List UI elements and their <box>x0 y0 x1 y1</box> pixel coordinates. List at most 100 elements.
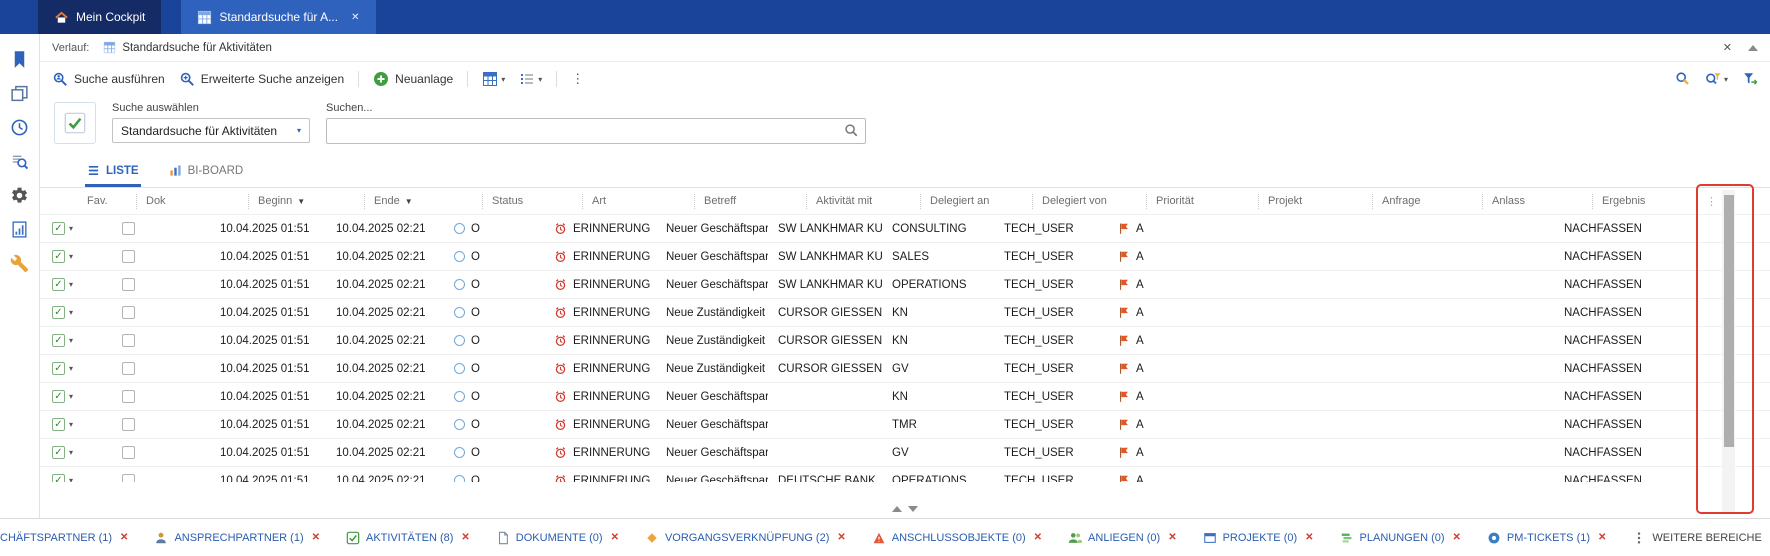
close-icon[interactable]: ✕ <box>837 532 845 543</box>
saved-search-select[interactable]: Standardsuche für Aktivitäten ▾ <box>112 118 310 143</box>
column-header-ende[interactable]: Ende▼ <box>364 194 482 209</box>
favorite-checkbox[interactable]: ✓ <box>52 334 65 347</box>
tools-wrench-icon[interactable] <box>0 246 40 280</box>
close-icon[interactable]: ✕ <box>120 532 128 543</box>
search-list-icon[interactable] <box>0 144 40 178</box>
chevron-down-icon[interactable]: ▾ <box>69 420 73 429</box>
favorite-checkbox[interactable]: ✓ <box>52 474 65 482</box>
bottom-tab-chäftspartner-1[interactable]: CHÄFTSPARTNER (1)✕ <box>0 532 141 544</box>
bottom-tab-dokumente-0[interactable]: DOKUMENTE (0)✕ <box>483 531 632 545</box>
bookmark-icon[interactable] <box>0 42 40 76</box>
chevron-up-icon[interactable] <box>892 506 902 512</box>
favorite-checkbox[interactable]: ✓ <box>52 418 65 431</box>
column-header-delegiert-an[interactable]: Delegiert an <box>920 194 1032 209</box>
chevron-down-icon[interactable]: ▾ <box>69 336 73 345</box>
vertical-scrollbar[interactable] <box>1722 190 1735 512</box>
chevron-down-icon[interactable]: ▾ <box>1724 75 1728 84</box>
bottom-tab-pm-tickets-1[interactable]: PM-TICKETS (1)✕ <box>1474 531 1620 545</box>
search-input[interactable] <box>326 118 866 144</box>
favorite-checkbox[interactable]: ✓ <box>52 278 65 291</box>
bottom-tab-anliegen-0[interactable]: ANLIEGEN (0)✕ <box>1055 531 1190 545</box>
column-header-anfrage[interactable]: Anfrage <box>1372 194 1482 209</box>
history-chip[interactable]: Standardsuche für Aktivitäten <box>97 39 278 56</box>
view-tab-bi-board[interactable]: BI-BOARD <box>167 158 246 187</box>
close-panel-icon[interactable]: ✕ <box>1723 41 1732 54</box>
chevron-down-icon[interactable]: ▾ <box>69 476 73 482</box>
table-row[interactable]: ✓▾10.04.2025 01:5110.04.2025 02:21OERINN… <box>40 270 1770 298</box>
table-row[interactable]: ✓▾10.04.2025 01:5110.04.2025 02:21OERINN… <box>40 298 1770 326</box>
table-row[interactable]: ✓▾10.04.2025 01:5110.04.2025 02:21OERINN… <box>40 410 1770 438</box>
favorite-checkbox[interactable]: ✓ <box>52 446 65 459</box>
view-grid-button[interactable]: ▾ <box>482 71 505 87</box>
chevron-down-icon[interactable]: ▾ <box>501 75 505 84</box>
favorite-checkbox[interactable]: ✓ <box>52 222 65 235</box>
table-row[interactable]: ✓▾10.04.2025 01:5110.04.2025 02:21OERINN… <box>40 438 1770 466</box>
column-header-status[interactable]: Status <box>482 194 582 209</box>
bottom-tab-weitere-bereiche[interactable]: WEITERE BEREICHE <box>1619 531 1770 545</box>
close-icon[interactable]: ✕ <box>1168 532 1176 543</box>
column-header-beginn[interactable]: Beginn▼ <box>248 194 364 209</box>
close-icon[interactable]: ✕ <box>1305 532 1313 543</box>
favorite-checkbox[interactable]: ✓ <box>52 362 65 375</box>
table-row[interactable]: ✓▾10.04.2025 01:5110.04.2025 02:21OERINN… <box>40 242 1770 270</box>
column-header-art[interactable]: Art <box>582 194 694 209</box>
filter-search-button[interactable]: ▾ <box>1705 71 1728 87</box>
close-icon[interactable]: ✕ <box>461 532 469 543</box>
column-header-aktivität-mit[interactable]: Aktivität mit <box>806 194 920 209</box>
close-icon[interactable]: ✕ <box>1598 532 1606 543</box>
close-icon[interactable]: ✕ <box>1453 532 1461 543</box>
column-header-delegiert-von[interactable]: Delegiert von <box>1032 194 1146 209</box>
collapse-panel-icon[interactable] <box>1748 45 1758 51</box>
report-icon[interactable] <box>0 212 40 246</box>
favorite-checkbox[interactable]: ✓ <box>52 306 65 319</box>
chevron-down-icon[interactable]: ▾ <box>69 308 73 317</box>
bottom-tab-vorgangsverknüpfung-2[interactable]: VORGANGSVERKNÜPFUNG (2)✕ <box>632 531 859 545</box>
chevron-down-icon[interactable]: ▾ <box>538 75 542 84</box>
column-header-fav[interactable]: Fav. <box>78 194 136 209</box>
column-header-priorität[interactable]: Priorität <box>1146 194 1258 209</box>
tab-standardsuche-aktivitaeten[interactable]: Standardsuche für A... ✕ <box>181 0 375 34</box>
advanced-search-button[interactable]: Erweiterte Suche anzeigen <box>179 71 344 87</box>
chevron-down-icon[interactable]: ▾ <box>69 364 73 373</box>
create-new-button[interactable]: Neuanlage <box>373 71 453 87</box>
scrollbar-thumb[interactable] <box>1724 195 1734 447</box>
chevron-down-icon[interactable]: ▾ <box>69 280 73 289</box>
view-list-button[interactable]: ▾ <box>519 71 542 87</box>
close-icon[interactable]: ✕ <box>351 12 359 23</box>
close-icon[interactable]: ✕ <box>312 532 320 543</box>
table-row[interactable]: ✓▾10.04.2025 01:5110.04.2025 02:21OERINN… <box>40 326 1770 354</box>
column-header-ergebnis[interactable]: Ergebnis <box>1592 194 1696 209</box>
column-header-betreff[interactable]: Betreff <box>694 194 806 209</box>
table-row[interactable]: ✓▾10.04.2025 01:5110.04.2025 02:21OERINN… <box>40 382 1770 410</box>
bottom-tab-planungen-0[interactable]: PLANUNGEN (0)✕ <box>1327 531 1474 545</box>
bottom-tab-ansprechpartner-1[interactable]: ANSPRECHPARTNER (1)✕ <box>141 531 333 545</box>
run-search-button[interactable]: Suche ausführen <box>52 71 165 87</box>
chevron-down-icon[interactable]: ▾ <box>69 392 73 401</box>
column-header-dok[interactable]: Dok <box>136 194 248 209</box>
chevron-down-icon[interactable]: ▾ <box>69 252 73 261</box>
edit-search-button[interactable] <box>1675 71 1691 87</box>
bottom-tab-projekte-0[interactable]: PROJEKTE (0)✕ <box>1190 531 1327 545</box>
favorite-checkbox[interactable]: ✓ <box>52 390 65 403</box>
view-tab-liste[interactable]: LISTE <box>85 158 141 187</box>
close-icon[interactable]: ✕ <box>1034 532 1042 543</box>
table-row[interactable]: ✓▾10.04.2025 01:5110.04.2025 02:21OERINN… <box>40 354 1770 382</box>
table-row[interactable]: ✓▾10.04.2025 01:5110.04.2025 02:21OERINN… <box>40 466 1770 482</box>
chevron-down-icon[interactable]: ▾ <box>69 224 73 233</box>
search-icon[interactable] <box>844 123 859 138</box>
close-icon[interactable]: ✕ <box>611 532 619 543</box>
column-header-anlass[interactable]: Anlass <box>1482 194 1592 209</box>
bottom-tab-anschlussobjekte-0[interactable]: ANSCHLUSSOBJEKTE (0)✕ <box>859 531 1055 545</box>
settings-gear-icon[interactable] <box>0 178 40 212</box>
table-row[interactable]: ✓▾10.04.2025 01:5110.04.2025 02:21OERINN… <box>40 214 1770 242</box>
apply-filter-button[interactable] <box>1742 71 1758 87</box>
chevron-down-icon[interactable]: ▾ <box>69 448 73 457</box>
tab-mein-cockpit[interactable]: Mein Cockpit <box>38 0 161 34</box>
bottom-tab-aktivitäten-8[interactable]: AKTIVITÄTEN (8)✕ <box>333 531 483 545</box>
splitter-handle[interactable] <box>40 502 1770 516</box>
history-clock-icon[interactable] <box>0 110 40 144</box>
more-actions-icon[interactable]: ⋮ <box>571 71 584 87</box>
windows-icon[interactable] <box>0 76 40 110</box>
favorite-checkbox[interactable]: ✓ <box>52 250 65 263</box>
chevron-down-icon[interactable] <box>908 506 918 512</box>
